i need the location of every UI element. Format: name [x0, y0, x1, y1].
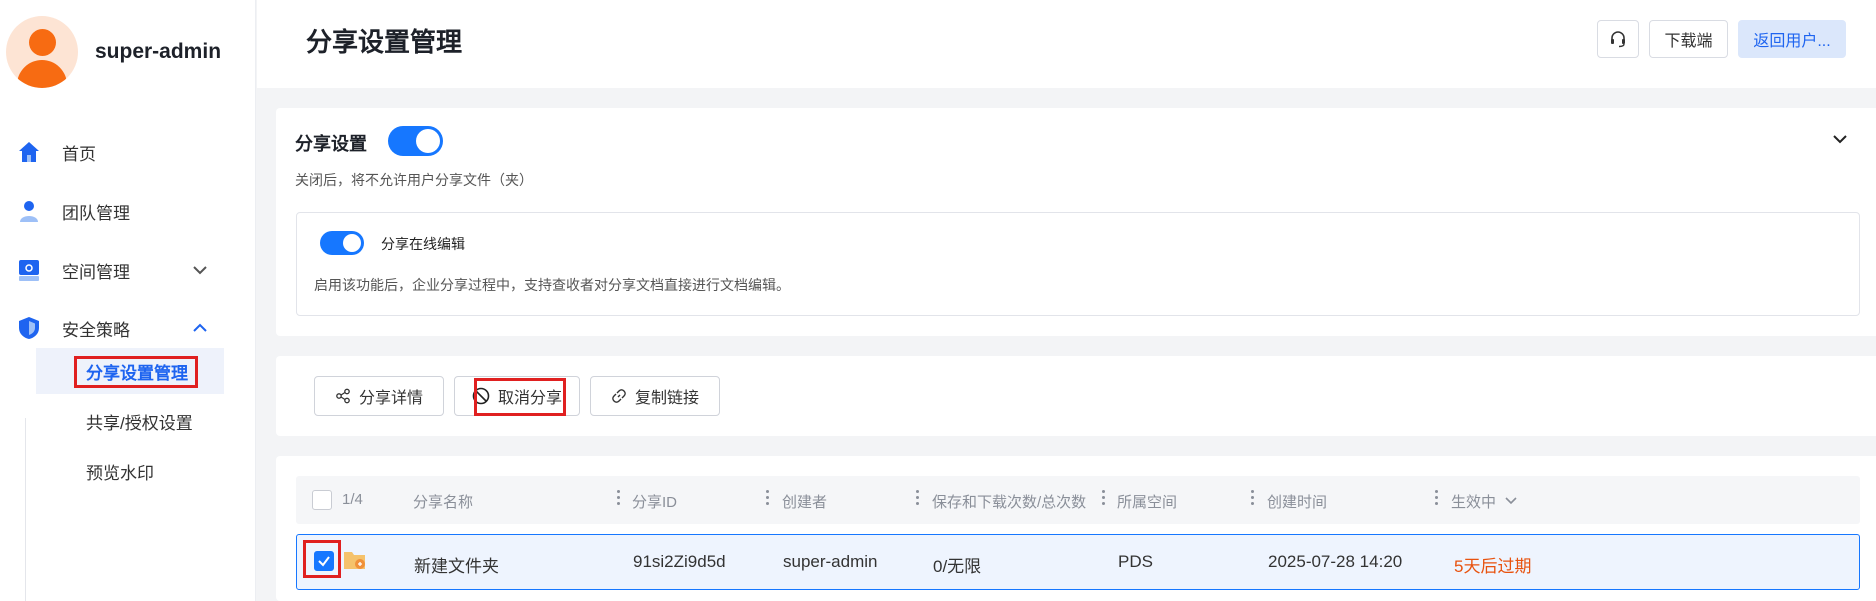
- download-client-label: 下载端: [1664, 33, 1713, 50]
- share-settings-title: 分享设置: [295, 134, 367, 154]
- sidebar-subitem-label: 预览水印: [86, 463, 154, 483]
- share-settings-card: 分享设置 关闭后，将不允许用户分享文件（夹） 分享在线编辑 启用该功能后，企业分…: [276, 108, 1876, 336]
- shared-folder-icon: [344, 552, 365, 569]
- sidebar-item-security[interactable]: 安全策略: [0, 308, 256, 348]
- support-button[interactable]: [1597, 20, 1639, 58]
- cell-name: 新建文件夹: [414, 557, 499, 576]
- sidebar-subitem-label: 共享/授权设置: [86, 413, 193, 433]
- cell-space: PDS: [1118, 552, 1153, 571]
- select-all-checkbox[interactable]: [312, 490, 332, 510]
- sidebar-item-team[interactable]: 团队管理: [0, 191, 256, 231]
- column-header-share-id: 分享ID: [632, 494, 678, 511]
- storage-icon: [16, 257, 42, 283]
- sidebar-item-label: 团队管理: [62, 203, 130, 223]
- selection-count: 1/4: [342, 491, 363, 508]
- row-checkbox[interactable]: [314, 551, 334, 571]
- avatar: [6, 16, 78, 88]
- team-icon: [16, 198, 42, 224]
- cell-counts: 0/无限: [933, 557, 982, 576]
- return-user-label: 返回用户...: [1753, 33, 1831, 50]
- chevron-down-icon[interactable]: [190, 260, 210, 280]
- share-settings-toggle[interactable]: [388, 126, 443, 156]
- sidebar-item-label: 空间管理: [62, 262, 130, 282]
- online-edit-label: 分享在线编辑: [381, 236, 465, 252]
- user-profile[interactable]: super-admin: [6, 16, 221, 88]
- sidebar-item-home[interactable]: 首页: [0, 132, 256, 172]
- cancel-share-label: 取消分享: [497, 390, 562, 407]
- share-details-label: 分享详情: [358, 390, 423, 407]
- share-settings-description: 关闭后，将不允许用户分享文件（夹）: [295, 172, 533, 188]
- table-header: 1/4 分享名称 分享ID 创建者 保存和下载次数/总次数 所属空间 创建时间 …: [296, 476, 1860, 524]
- sidebar-subitem-watermark[interactable]: 预览水印: [36, 448, 224, 494]
- share-table-card: 1/4 分享名称 分享ID 创建者 保存和下载次数/总次数 所属空间 创建时间 …: [276, 456, 1876, 601]
- home-icon: [16, 139, 42, 165]
- username: super-admin: [95, 40, 222, 63]
- chevron-up-icon[interactable]: [190, 318, 210, 338]
- column-resize-handle[interactable]: [1251, 490, 1255, 510]
- sidebar-item-label: 首页: [62, 144, 96, 164]
- chevron-down-icon[interactable]: [1503, 493, 1519, 509]
- cell-share-id: 91si2Zi9d5d: [633, 552, 726, 571]
- column-header-name: 分享名称: [413, 494, 474, 511]
- submenu-guide-line: [25, 418, 26, 601]
- sidebar: super-admin 首页 团队管理 空间管理 安全策略 分享设置管理 共享/…: [0, 0, 256, 601]
- copy-link-button[interactable]: 复制链接: [590, 376, 720, 416]
- cell-created: 2025-07-28 14:20: [1268, 552, 1403, 571]
- table-row[interactable]: 新建文件夹 91si2Zi9d5d super-admin 0/无限 PDS 2…: [296, 534, 1860, 590]
- copy-link-label: 复制链接: [634, 390, 699, 407]
- collapse-chevron-icon[interactable]: [1831, 130, 1849, 148]
- return-user-button[interactable]: 返回用户...: [1738, 20, 1846, 58]
- column-resize-handle[interactable]: [916, 490, 920, 510]
- column-header-status[interactable]: 生效中: [1451, 491, 1496, 512]
- toolbar-card: 分享详情 取消分享 复制链接: [276, 356, 1876, 436]
- column-header-space: 所属空间: [1117, 494, 1178, 511]
- column-resize-handle[interactable]: [1102, 490, 1106, 510]
- page-title: 分享设置管理: [306, 27, 463, 57]
- cancel-share-button[interactable]: 取消分享: [454, 376, 580, 416]
- shield-icon: [16, 315, 42, 341]
- link-icon: [612, 389, 626, 403]
- cell-status: 5天后过期: [1454, 557, 1532, 576]
- share-icon: [336, 388, 350, 404]
- sidebar-item-storage[interactable]: 空间管理: [0, 250, 256, 290]
- online-edit-box: 分享在线编辑 启用该功能后，企业分享过程中，支持查收者对分享文档直接进行文档编辑…: [296, 212, 1860, 316]
- share-details-button[interactable]: 分享详情: [314, 376, 444, 416]
- column-header-counts: 保存和下载次数/总次数: [932, 494, 1087, 511]
- sidebar-subitem-label: 分享设置管理: [86, 363, 188, 383]
- download-client-button[interactable]: 下载端: [1649, 20, 1728, 58]
- column-header-creator: 创建者: [782, 494, 828, 511]
- online-edit-description: 启用该功能后，企业分享过程中，支持查收者对分享文档直接进行文档编辑。: [314, 277, 790, 293]
- cell-creator: super-admin: [783, 552, 878, 571]
- checkmark-icon: [318, 556, 330, 567]
- ban-icon: [472, 387, 490, 405]
- headset-icon: [1611, 31, 1625, 48]
- column-resize-handle[interactable]: [766, 490, 770, 510]
- column-resize-handle[interactable]: [617, 490, 621, 510]
- online-edit-toggle[interactable]: [320, 231, 364, 255]
- sidebar-item-label: 安全策略: [62, 320, 130, 340]
- page-header: 分享设置管理 下载端 返回用户...: [257, 0, 1876, 88]
- column-resize-handle[interactable]: [1435, 490, 1439, 510]
- column-header-created: 创建时间: [1267, 494, 1328, 511]
- sidebar-subitem-sharing-auth[interactable]: 共享/授权设置: [36, 398, 224, 444]
- sidebar-subitem-share-settings[interactable]: 分享设置管理: [36, 348, 224, 394]
